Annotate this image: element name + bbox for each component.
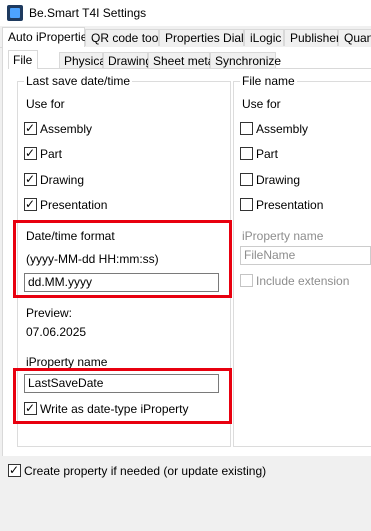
tab-synchronize[interactable]: Synchronize xyxy=(210,52,281,68)
part-checkbox[interactable] xyxy=(24,145,37,161)
preview-label: Preview: xyxy=(26,306,73,320)
file-part-checkbox[interactable] xyxy=(240,147,253,160)
tab-physical[interactable]: Physical xyxy=(59,52,109,68)
iproperty-name-label: iProperty name xyxy=(26,355,108,369)
app-icon xyxy=(7,5,23,21)
preview-value: 07.06.2025 xyxy=(26,325,87,339)
drawing-checkbox[interactable] xyxy=(24,171,37,187)
tab-sheet-metal[interactable]: Sheet metal xyxy=(148,52,217,68)
highlight-datetime-format xyxy=(13,220,232,298)
assembly-label: Assembly xyxy=(40,122,93,136)
create-property-checkbox[interactable] xyxy=(8,462,21,478)
file-presentation-checkbox[interactable] xyxy=(240,198,253,211)
file-iproperty-name-label: iProperty name xyxy=(242,229,324,243)
tab-ilogic[interactable]: iLogic xyxy=(244,29,284,46)
file-part-label: Part xyxy=(256,147,279,161)
outer-tab-bar: Auto iProperties QR code tools Propertie… xyxy=(0,27,371,48)
file-iproperty-name-input[interactable]: FileName xyxy=(240,246,371,265)
assembly-checkbox[interactable] xyxy=(24,120,37,136)
title-bar: Be.Smart T4I Settings xyxy=(0,0,371,26)
inner-tab-bar: File Physical Drawing Sheet metal Synchr… xyxy=(8,50,371,69)
tab-publisher[interactable]: Publisher xyxy=(284,29,340,46)
highlight-iproperty-name xyxy=(13,368,232,424)
include-extension-label: Include extension xyxy=(256,274,350,288)
file-assembly-label: Assembly xyxy=(256,122,309,136)
file-assembly-checkbox[interactable] xyxy=(240,122,253,135)
file-drawing-checkbox[interactable] xyxy=(240,173,253,186)
create-property-label: Create property if needed (or update exi… xyxy=(24,464,267,478)
file-drawing-label: Drawing xyxy=(256,173,301,187)
file-name-group-title: File name xyxy=(240,74,297,88)
presentation-label: Presentation xyxy=(40,198,108,212)
include-extension-checkbox[interactable] xyxy=(240,274,253,287)
last-save-group-title: Last save date/time xyxy=(24,74,133,88)
tab-drawing[interactable]: Drawing xyxy=(103,52,152,68)
part-label: Part xyxy=(40,147,63,161)
tab-properties-dialog[interactable]: Properties Dialog xyxy=(159,29,257,46)
tab-file[interactable]: File xyxy=(8,50,38,69)
tab-quantity[interactable]: Quant xyxy=(338,29,371,46)
drawing-label: Drawing xyxy=(40,173,85,187)
tab-auto-iproperties[interactable]: Auto iProperties xyxy=(2,27,93,48)
file-presentation-label: Presentation xyxy=(256,198,324,212)
file-use-for-label: Use for xyxy=(242,97,281,111)
window-title: Be.Smart T4I Settings xyxy=(29,6,147,20)
presentation-checkbox[interactable] xyxy=(24,196,37,212)
use-for-label: Use for xyxy=(26,97,65,111)
tab-qr-code-tools[interactable]: QR code tools xyxy=(85,29,167,46)
